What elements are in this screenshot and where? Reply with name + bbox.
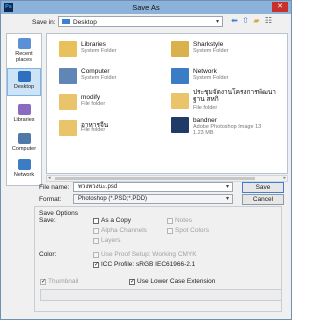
format-label: Format: xyxy=(39,196,62,203)
save-in-select[interactable]: Desktop ▾ xyxy=(58,16,223,27)
recent-places-icon xyxy=(17,38,31,49)
layers-label: Layers xyxy=(101,237,121,244)
file-name: Network xyxy=(193,68,217,75)
list-item[interactable]: Libraries System Folder xyxy=(59,40,165,62)
desktop-icon xyxy=(17,71,31,82)
color-label: Color: xyxy=(39,251,57,258)
place-label: Libraries xyxy=(13,117,35,123)
file-type: File folder xyxy=(193,105,218,111)
save-label: Save: xyxy=(39,217,56,224)
place-computer[interactable]: Computer xyxy=(7,133,41,152)
desktop-folder-icon xyxy=(62,19,70,24)
back-icon[interactable]: ⬅ xyxy=(230,16,239,26)
use-proof-setup-label: Use Proof Setup: Working CMYK xyxy=(101,251,197,258)
user-folder-icon xyxy=(171,41,189,57)
notes-checkbox[interactable] xyxy=(167,218,173,224)
save-as-dialog: Ps Save As ✕ Save in: Desktop ▾ ⬅ ⇧ ▰ ☷ … xyxy=(0,0,292,320)
file-type: System Folder xyxy=(193,48,229,54)
places-bar: Recent places Desktop Libraries Computer… xyxy=(6,33,42,186)
save-in-label: Save in: xyxy=(32,19,56,26)
spot-colors-checkbox[interactable] xyxy=(167,228,173,234)
filename-value: พวงพวงนะ.psd xyxy=(78,184,118,190)
window-title: Save As xyxy=(132,3,160,12)
folder-icon xyxy=(59,120,77,136)
thumbnail-label: Thumbnail xyxy=(48,278,79,285)
chevron-down-icon: ▾ xyxy=(215,19,219,25)
warning-area xyxy=(40,289,282,301)
network-icon xyxy=(171,68,189,84)
computer-icon xyxy=(17,133,31,144)
list-item[interactable]: ประชุมจัดงานโครงการพัฒนาฐาน สหกิ File fo… xyxy=(171,89,277,117)
folder-icon xyxy=(59,94,77,110)
as-copy-label: As a Copy xyxy=(101,217,131,224)
save-button[interactable]: Save xyxy=(242,182,284,193)
horizontal-scrollbar[interactable]: ◂ ▸ xyxy=(46,175,288,182)
place-network[interactable]: Network xyxy=(7,159,41,178)
layers-checkbox[interactable] xyxy=(93,238,99,244)
icc-profile-checkbox[interactable]: ✓ xyxy=(93,262,99,268)
format-value: Photoshop (*.PSD;*.PDD) xyxy=(78,196,148,202)
file-type: System Folder xyxy=(193,75,229,81)
lower-case-checkbox[interactable]: ✓ xyxy=(129,279,135,285)
save-in-value: Desktop xyxy=(73,19,97,26)
cancel-button[interactable]: Cancel xyxy=(242,194,284,205)
file-size: 1.23 MB xyxy=(193,130,214,136)
new-folder-icon[interactable]: ▰ xyxy=(252,16,261,26)
file-list: Libraries System Folder Sharkstyle Syste… xyxy=(46,33,288,174)
save-options-title: Save Options xyxy=(39,210,79,217)
list-item[interactable]: Sharkstyle System Folder xyxy=(171,40,277,62)
file-type: System Folder xyxy=(81,48,117,54)
file-name: Libraries xyxy=(81,41,106,48)
close-button[interactable]: ✕ xyxy=(272,2,288,12)
scroll-thumb[interactable] xyxy=(55,177,255,180)
use-proof-setup-checkbox[interactable] xyxy=(93,252,99,258)
place-label: Recent places xyxy=(15,51,33,63)
place-libraries[interactable]: Libraries xyxy=(7,104,41,123)
place-label: Network xyxy=(13,172,35,178)
list-item[interactable]: modify File folder xyxy=(59,93,165,115)
place-label: Desktop xyxy=(13,84,35,90)
title-bar[interactable]: Ps Save As ✕ xyxy=(1,1,291,14)
computer-icon xyxy=(59,68,77,84)
view-menu-icon[interactable]: ☷ xyxy=(264,16,273,26)
file-type: File folder xyxy=(81,101,106,107)
libraries-icon xyxy=(17,104,31,115)
filename-input[interactable]: พวงพวงนะ.psd ▾ xyxy=(73,182,233,192)
place-recent[interactable]: Recent places xyxy=(7,38,41,63)
list-item[interactable]: Computer System Folder xyxy=(59,67,165,89)
list-item[interactable]: อาหารจีน File folder xyxy=(59,119,165,141)
lower-case-label: Use Lower Case Extension xyxy=(137,278,216,285)
chevron-down-icon: ▾ xyxy=(225,196,229,202)
folder-icon xyxy=(171,93,189,109)
filename-label: File name: xyxy=(39,184,70,191)
thumbnail-checkbox[interactable]: ✓ xyxy=(40,279,46,285)
place-desktop[interactable]: Desktop xyxy=(7,68,41,96)
file-name: bandner xyxy=(193,117,217,124)
notes-label: Notes xyxy=(175,217,192,224)
file-name: Computer xyxy=(81,68,110,75)
as-copy-checkbox[interactable] xyxy=(93,218,99,224)
spot-colors-label: Spot Colors xyxy=(175,227,209,234)
photoshop-file-icon xyxy=(171,117,189,133)
alpha-channels-checkbox[interactable] xyxy=(93,228,99,234)
scroll-right-icon[interactable]: ▸ xyxy=(283,175,286,181)
chevron-down-icon: ▾ xyxy=(225,184,229,190)
scroll-left-icon[interactable]: ◂ xyxy=(48,175,51,181)
list-item[interactable]: Network System Folder xyxy=(171,67,277,89)
list-item[interactable]: bandner Adobe Photoshop Image 13 1.23 MB xyxy=(171,116,277,138)
file-name: Sharkstyle xyxy=(193,41,224,48)
up-folder-icon[interactable]: ⇧ xyxy=(241,16,250,26)
place-label: Computer xyxy=(11,146,37,152)
icc-profile-label: ICC Profile: sRGB IEC61966-2.1 xyxy=(101,261,196,268)
file-name: ประชุมจัดงานโครงการพัฒนาฐาน สหกิ xyxy=(193,89,276,103)
libraries-folder-icon xyxy=(59,41,77,57)
format-select[interactable]: Photoshop (*.PSD;*.PDD) ▾ xyxy=(73,194,233,204)
file-type: File folder xyxy=(81,127,106,133)
file-name: modify xyxy=(81,94,101,101)
network-icon xyxy=(17,159,31,170)
file-type: System Folder xyxy=(81,75,117,81)
alpha-channels-label: Alpha Channels xyxy=(101,227,147,234)
